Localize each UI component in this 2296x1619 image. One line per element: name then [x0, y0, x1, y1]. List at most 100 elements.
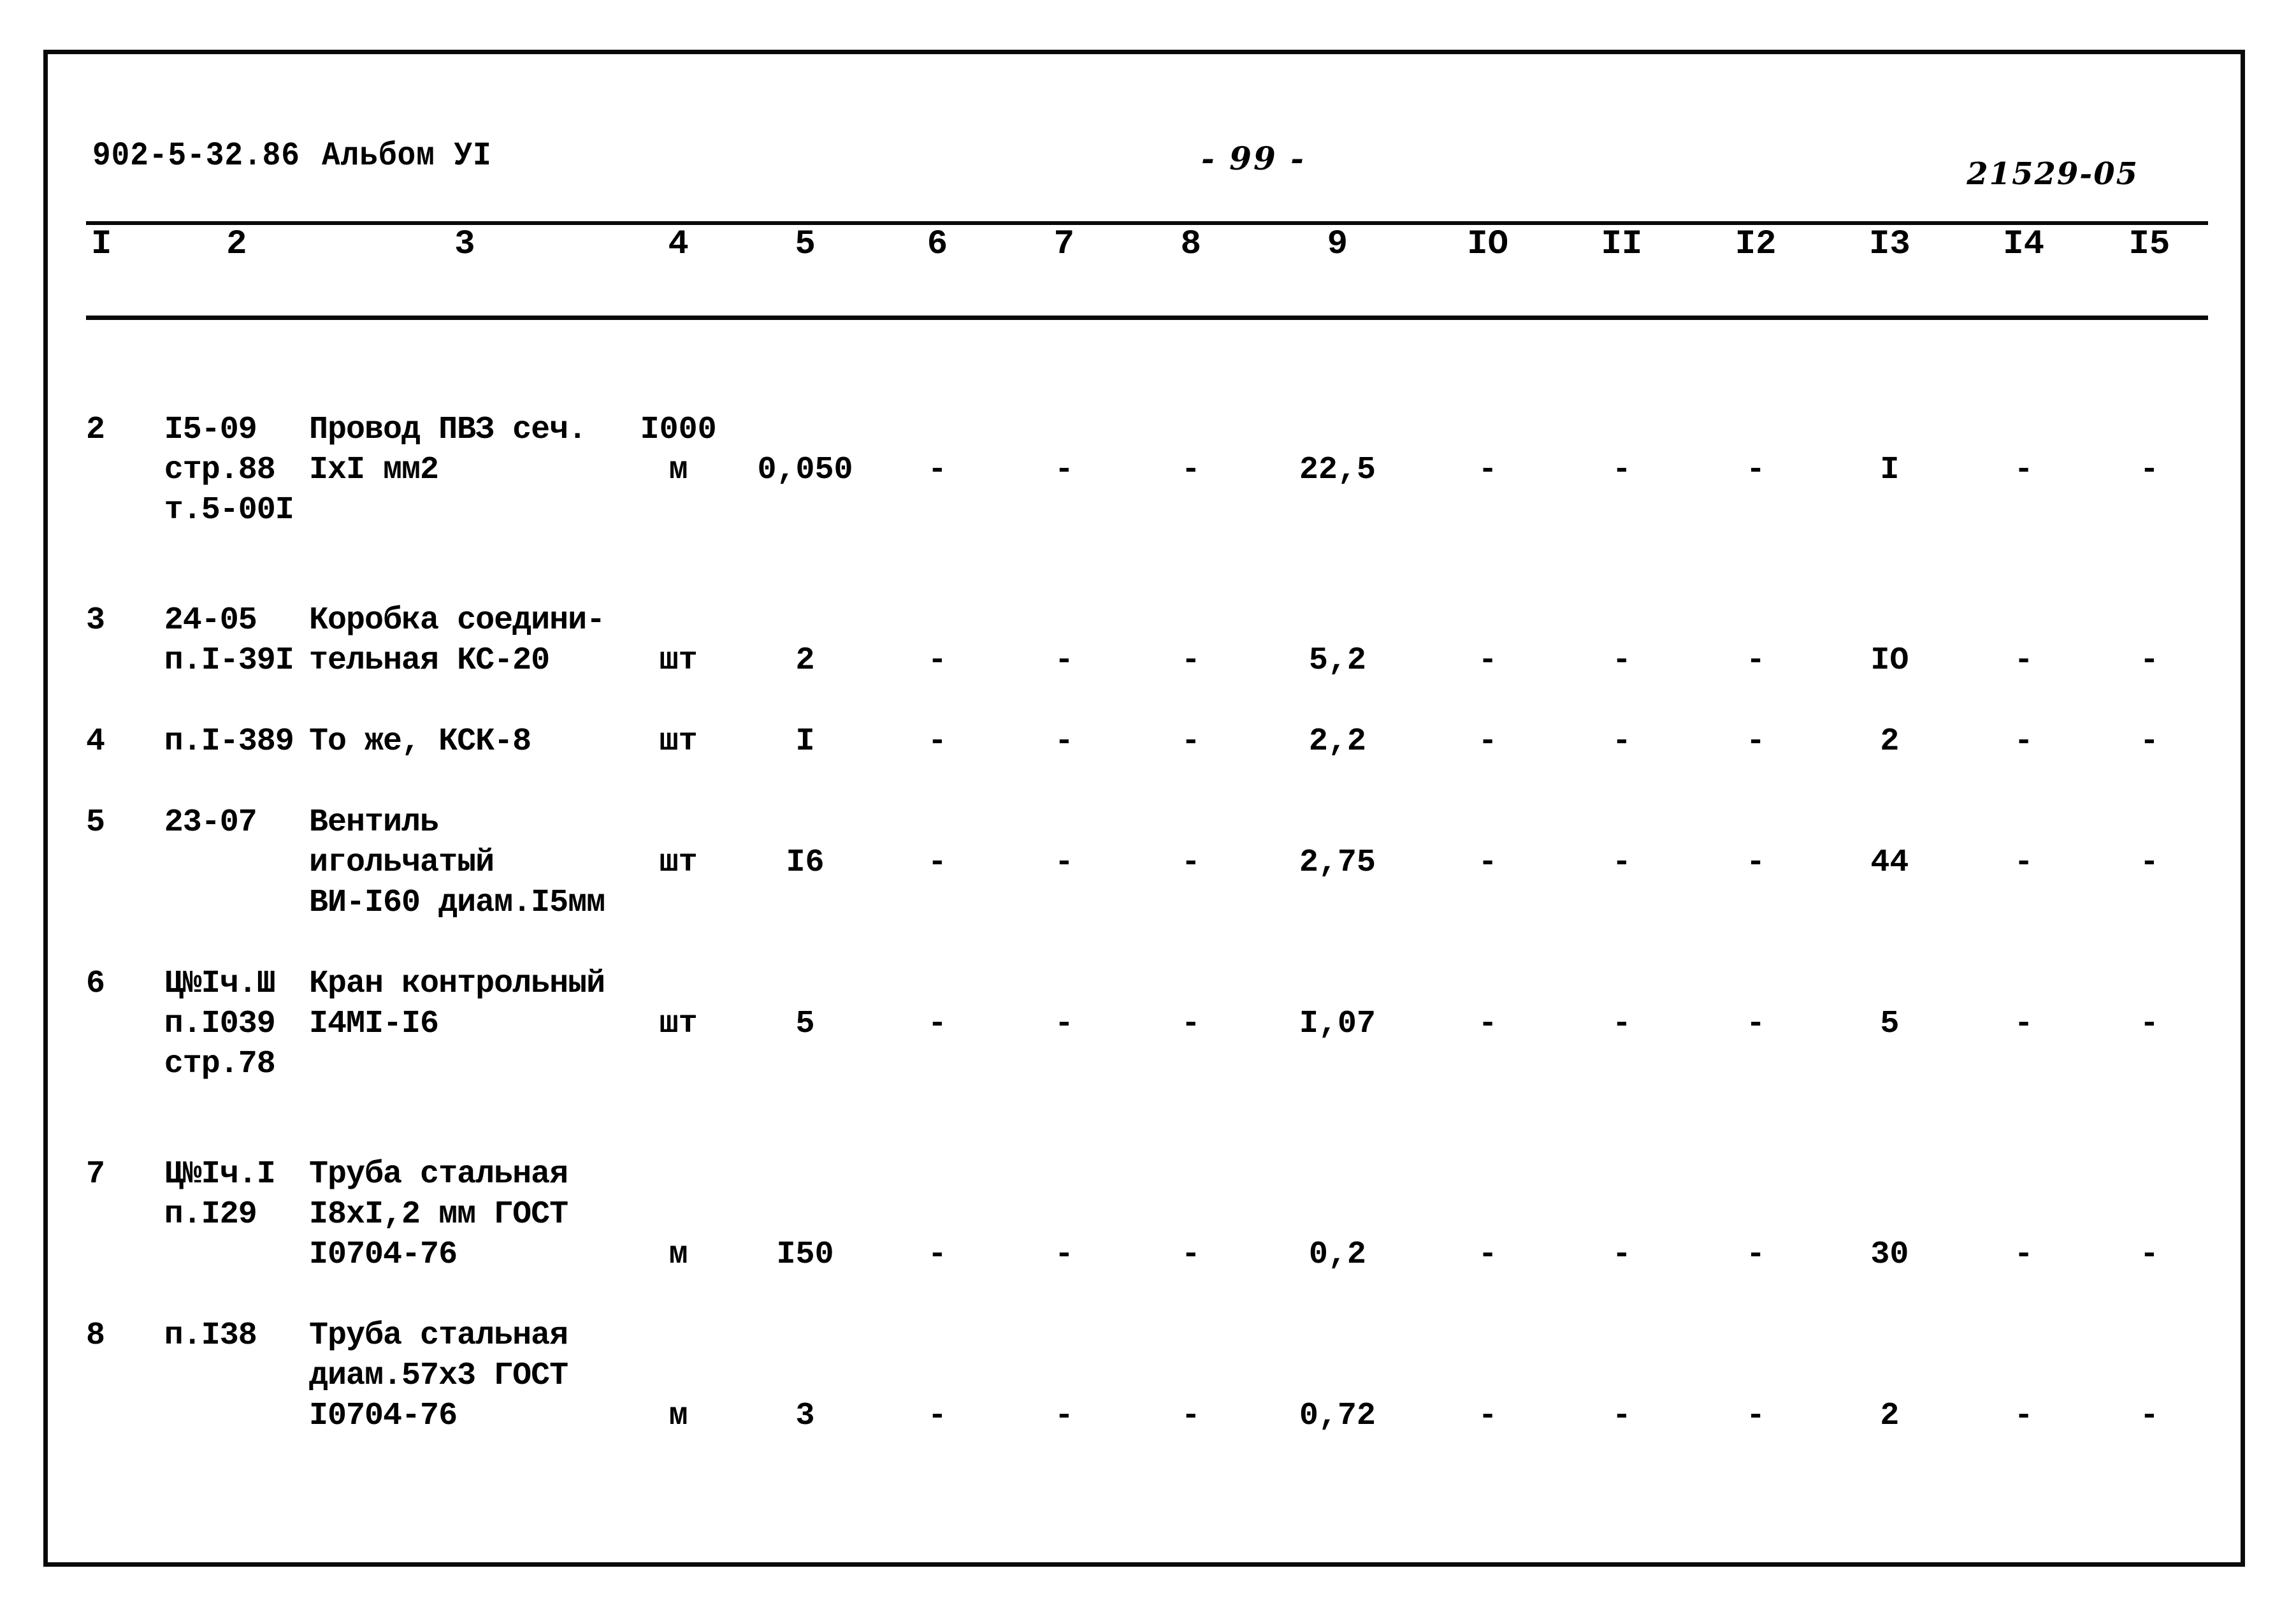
row-col12: -	[1746, 1006, 1766, 1042]
row-col13: IO	[1870, 643, 1909, 679]
row-col10: -	[1478, 845, 1498, 881]
row-position: 7	[86, 1156, 106, 1193]
column-header-7: 7	[1053, 225, 1075, 264]
row-col8: -	[1181, 723, 1201, 760]
row-position: 8	[86, 1318, 106, 1354]
row-col15: -	[2139, 845, 2159, 881]
row-col11: -	[1612, 1398, 1631, 1434]
row-position: 3	[86, 602, 106, 639]
row-quantity: 0,050	[757, 452, 853, 488]
row-description: Провод ПВЗ сеч. IxI мм2	[309, 412, 587, 488]
row-col13: 30	[1870, 1237, 1909, 1273]
row-col8: -	[1181, 643, 1201, 679]
spacer-row	[86, 314, 2208, 410]
column-header-14: I4	[2003, 225, 2045, 264]
album-label: Альбом УI	[322, 137, 492, 175]
row-unit: I000 м	[640, 412, 717, 488]
spacer-row	[86, 681, 2208, 722]
row-col14: -	[2014, 1237, 2033, 1273]
row-reference: Ц№Iч.I п.I29	[164, 1156, 276, 1233]
row-col15: -	[2139, 1006, 2159, 1042]
row-col9: 5,2	[1308, 643, 1366, 679]
row-col6: -	[927, 723, 947, 760]
column-header-3: 3	[454, 225, 475, 264]
row-unit: м	[668, 1398, 688, 1434]
row-position: 5	[86, 804, 106, 841]
row-col12: -	[1746, 723, 1766, 760]
row-unit: шт	[659, 845, 698, 881]
row-description: Кран контрольный I4MI-I6	[309, 966, 605, 1042]
spacer-row	[86, 923, 2208, 964]
row-col11: -	[1612, 845, 1631, 881]
specification-table: I 2 3 4 5 6 7 8 9 IO II I2 I3 I4 I5 2 I5…	[86, 225, 2208, 1436]
row-quantity: I50	[776, 1237, 834, 1273]
row-col12: -	[1746, 1237, 1766, 1273]
row-col14: -	[2014, 643, 2033, 679]
row-quantity: 2	[795, 643, 815, 679]
row-col7: -	[1054, 1006, 1074, 1042]
document-header: 902-5-32.86 Альбом УI - 99 - 21529-05	[48, 137, 2241, 192]
spacer-row	[86, 1275, 2208, 1316]
row-col8: -	[1181, 1006, 1201, 1042]
row-col14: -	[2014, 723, 2033, 760]
page-frame: 902-5-32.86 Альбом УI - 99 - 21529-05 I …	[43, 50, 2245, 1567]
row-col6: -	[927, 643, 947, 679]
row-col15: -	[2139, 643, 2159, 679]
spacer-row	[86, 762, 2208, 802]
column-header-8: 8	[1180, 225, 1201, 264]
row-col13: 44	[1870, 845, 1909, 881]
column-header-9: 9	[1327, 225, 1348, 264]
column-header-1: I	[91, 225, 112, 264]
row-col12: -	[1746, 643, 1766, 679]
row-col6: -	[927, 1006, 947, 1042]
row-quantity: I6	[786, 845, 825, 881]
row-col14: -	[2014, 1398, 2033, 1434]
row-col8: -	[1181, 1237, 1201, 1273]
row-col8: -	[1181, 1398, 1201, 1434]
row-description: Вентиль игольчатый ВИ-I60 диам.I5мм	[309, 804, 605, 921]
row-col11: -	[1612, 1237, 1631, 1273]
sheet-code: 21529-05	[1967, 156, 2139, 192]
row-col13: 2	[1880, 723, 1900, 760]
column-header-4: 4	[668, 225, 689, 264]
row-col14: -	[2014, 845, 2033, 881]
row-col7: -	[1054, 1237, 1074, 1273]
row-col8: -	[1181, 452, 1201, 488]
row-col6: -	[927, 452, 947, 488]
row-col15: -	[2139, 1398, 2159, 1434]
row-col9: 22,5	[1299, 452, 1376, 488]
row-description: Труба стальная диам.57х3 ГОСТ I0704-76	[309, 1318, 568, 1434]
row-col15: -	[2139, 1237, 2159, 1273]
row-quantity: I	[795, 723, 815, 760]
table-row: 7 Ц№Iч.I п.I29 Труба стальная I8xI,2 мм …	[86, 1154, 2208, 1275]
column-header-6: 6	[927, 225, 948, 264]
row-col7: -	[1054, 452, 1074, 488]
row-col15: -	[2139, 452, 2159, 488]
row-col10: -	[1478, 1006, 1498, 1042]
row-col7: -	[1054, 723, 1074, 760]
row-col7: -	[1054, 845, 1074, 881]
table-row: 6 Ц№Iч.Ш п.I039 стр.78 Кран контрольный …	[86, 964, 2208, 1084]
row-reference: Ц№Iч.Ш п.I039 стр.78	[164, 966, 276, 1082]
row-reference: п.I-389	[164, 723, 294, 760]
row-reference: 23-07	[164, 804, 257, 841]
table-row: 4 п.I-389 То же, КСК-8 шт I - - - 2,2 - …	[86, 722, 2208, 762]
row-col7: -	[1054, 1398, 1074, 1434]
column-header-15: I5	[2128, 225, 2170, 264]
page-number: - 99 -	[1201, 140, 1306, 177]
row-col10: -	[1478, 723, 1498, 760]
row-col11: -	[1612, 643, 1631, 679]
row-quantity: 5	[795, 1006, 815, 1042]
table-row: 2 I5-09 стр.88 т.5-00I Провод ПВЗ сеч. I…	[86, 410, 2208, 530]
row-col9: 2,2	[1308, 723, 1366, 760]
row-position: 2	[86, 412, 106, 448]
table-row: 3 24-05 п.I-39I Коробка соедини- тельная…	[86, 600, 2208, 681]
table-row: 5 23-07 Вентиль игольчатый ВИ-I60 диам.I…	[86, 802, 2208, 923]
row-unit: шт	[659, 643, 698, 679]
table-row: 8 п.I38 Труба стальная диам.57х3 ГОСТ I0…	[86, 1316, 2208, 1436]
row-col12: -	[1746, 452, 1766, 488]
spacer-row	[86, 1084, 2208, 1154]
row-col8: -	[1181, 845, 1201, 881]
row-col12: -	[1746, 1398, 1766, 1434]
row-description: Труба стальная I8xI,2 мм ГОСТ I0704-76	[309, 1156, 568, 1273]
